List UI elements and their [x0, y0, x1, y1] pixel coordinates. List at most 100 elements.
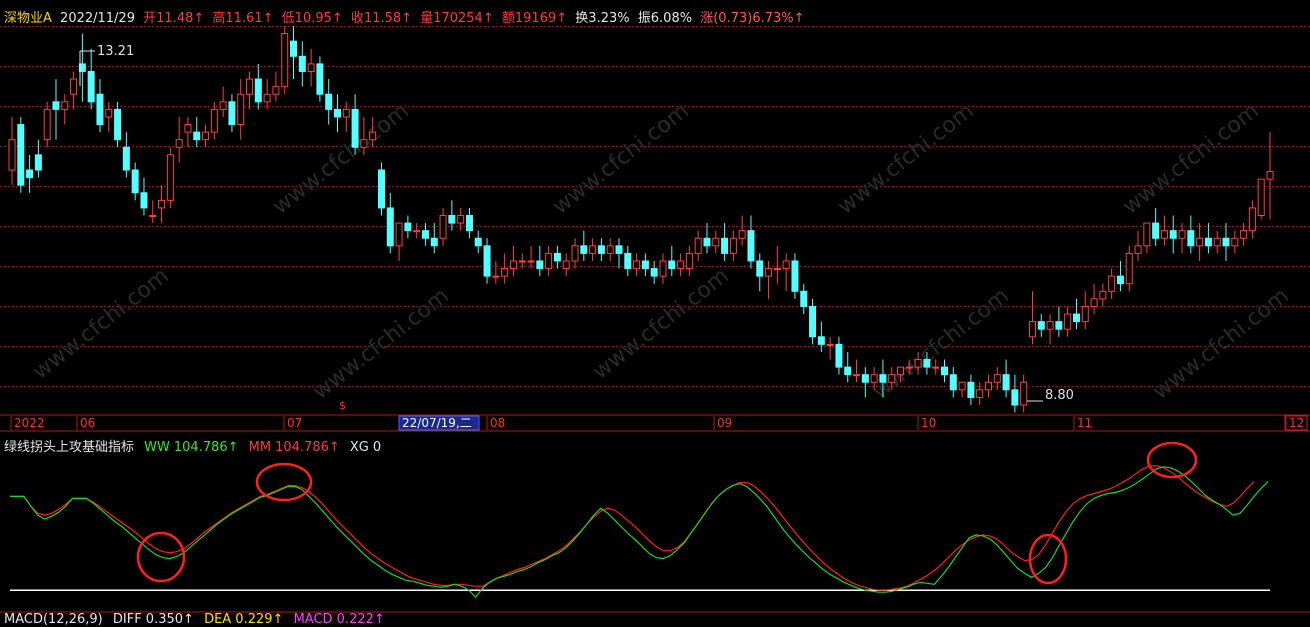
candle-body: [976, 389, 984, 398]
candle-body: [1108, 275, 1116, 292]
kline-chart[interactable]: www.cfchi.com www.cfchi.com www.cfchi.com w…: [0, 0, 1310, 622]
candle-body: [791, 260, 799, 292]
candle-body: [1248, 207, 1256, 232]
candle-body: [518, 260, 526, 263]
event-marker[interactable]: $: [339, 399, 346, 412]
candle-body: [932, 366, 940, 369]
candle-body: [641, 260, 649, 270]
axis-label-09: 09: [717, 416, 732, 430]
candle-body: [1213, 237, 1221, 247]
candle-body: [369, 131, 377, 141]
candle-body: [263, 93, 271, 103]
candle-body: [597, 245, 605, 254]
axis-label-06: 06: [80, 416, 95, 430]
candle-body: [430, 237, 438, 247]
candle-body: [8, 139, 16, 171]
candle-body: [413, 230, 421, 233]
candle-body: [184, 124, 192, 133]
candle-body: [61, 101, 69, 110]
candle-body: [1196, 237, 1204, 247]
watermark-text: www.cfchi.com: [548, 98, 693, 219]
candle-body: [509, 260, 517, 270]
candle-body: [122, 146, 130, 171]
candle-body: [281, 33, 289, 88]
ww-line: [10, 466, 1269, 599]
candle-body: [360, 139, 368, 148]
candle-body: [694, 237, 702, 254]
candle-body: [166, 154, 174, 201]
ww-readout: WW 104.786↑: [144, 440, 238, 455]
candle-body: [483, 245, 491, 277]
macd-name: MACD(12,26,9): [4, 612, 103, 627]
candle-body: [721, 237, 729, 254]
candle-body: [958, 381, 966, 391]
candle-body: [237, 93, 245, 126]
ww-value: 104.786↑: [173, 440, 239, 455]
candle-body: [307, 63, 315, 72]
candle-body: [668, 260, 676, 270]
candle-body: [1090, 298, 1098, 307]
candle-body: [290, 40, 298, 57]
mm-readout: MM 104.786↑: [249, 440, 340, 455]
candle-body: [747, 230, 755, 262]
candle-body: [650, 268, 658, 277]
candle-body: [272, 86, 280, 95]
candle-body: [210, 108, 218, 133]
candle-body: [17, 124, 25, 186]
indicator-title[interactable]: 绿线拐头上攻基础指标 WW 104.786↑ MM 104.786↑ XG 0: [4, 436, 387, 455]
candle-body: [738, 230, 746, 239]
axis-label-08: 08: [490, 416, 505, 430]
candle-body: [809, 305, 817, 338]
signal-circle: [255, 462, 313, 502]
candle-body: [984, 381, 992, 391]
axis-label-10: 10: [921, 416, 936, 430]
candle-body: [677, 260, 685, 270]
candle-body: [624, 252, 632, 270]
candle-body: [1037, 321, 1045, 330]
candle-body: [254, 78, 262, 103]
candle-body: [140, 192, 148, 209]
axis-label-12: 12: [1289, 416, 1304, 430]
candle-body: [1011, 389, 1019, 406]
candle-body: [1134, 245, 1142, 254]
candle-body: [1266, 171, 1274, 180]
xg-label: XG: [349, 440, 369, 455]
candle-body: [1257, 178, 1265, 216]
candle-body: [501, 268, 509, 277]
candle-body: [888, 374, 896, 383]
candle-body: [1187, 230, 1195, 247]
candle-body: [703, 237, 711, 247]
candle-body: [246, 78, 254, 95]
candle-body: [492, 275, 500, 278]
candle-body: [826, 343, 834, 346]
ww-label: WW: [144, 440, 170, 455]
candle-body: [404, 222, 412, 232]
candle-body: [941, 366, 949, 376]
candle-body: [870, 374, 878, 383]
watermark-text: www.cfchi.com: [588, 263, 733, 384]
candle-body: [589, 245, 597, 254]
candle-body: [1169, 230, 1177, 239]
candle-body: [545, 252, 553, 270]
candle-body: [580, 245, 588, 254]
candle-body: [527, 260, 535, 263]
candle-body: [1028, 321, 1036, 338]
signal-circle: [1028, 533, 1068, 585]
candle-body: [800, 290, 808, 307]
axis-label-07: 07: [287, 416, 302, 430]
watermark-text: www.cfchi.com: [28, 263, 173, 384]
candle-body: [421, 230, 429, 239]
xg-value: 0: [372, 440, 382, 455]
candle-body: [615, 245, 623, 254]
candle-body: [1055, 321, 1063, 330]
candle-body: [114, 108, 122, 141]
candle-body: [1152, 222, 1160, 239]
candle-body: [457, 215, 465, 224]
candle-body: [835, 343, 843, 368]
candle-body: [193, 131, 201, 141]
candle-body: [325, 93, 333, 110]
candle-body: [562, 260, 570, 270]
macd-title[interactable]: MACD(12,26,9) DIFF 0.350↑ DEA 0.229↑ MAC…: [4, 612, 391, 627]
candle-body: [967, 381, 975, 398]
candle-body: [756, 260, 764, 277]
